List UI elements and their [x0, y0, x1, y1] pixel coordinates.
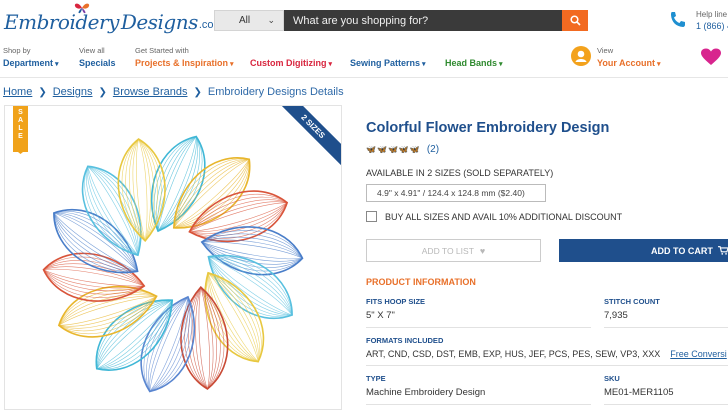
account-subtext: View — [597, 46, 614, 55]
star-butterfly-icon: 🦋 — [387, 145, 398, 154]
nav-label: Head Bands — [445, 58, 498, 68]
star-butterfly-icon: 🦋 — [366, 145, 376, 154]
nav-subtext: Shop by — [3, 46, 31, 55]
product-image-panel[interactable]: S A L E 2 SIZES — [4, 105, 342, 410]
chevron-right-icon: ❯ — [193, 87, 202, 98]
heart-icon: ♥ — [479, 245, 486, 256]
butterfly-logo-icon — [74, 1, 90, 19]
wishlist-heart-icon[interactable] — [700, 48, 722, 71]
help-line-label: Help line — [696, 10, 728, 19]
nav-label: Sewing Patterns — [350, 58, 421, 68]
search-button[interactable] — [562, 10, 588, 31]
nav-subtext: View all — [79, 46, 105, 55]
product-title: Colorful Flower Embroidery Design — [366, 120, 610, 136]
main-nav: Shop by Department ▾ View all Specials Ge… — [0, 42, 728, 78]
product-information-heading: PRODUCT INFORMATION — [366, 277, 476, 287]
stitch-count-label: STITCH COUNT — [604, 297, 660, 306]
cart-icon — [717, 246, 728, 255]
nav-specials[interactable]: View all Specials — [79, 46, 116, 68]
fits-hoop-value: 5" X 7" — [366, 310, 395, 321]
chevron-down-icon: ▾ — [422, 61, 426, 68]
chevron-down-icon: ▾ — [230, 61, 234, 68]
sku-value: ME01-MER1105 — [604, 387, 674, 398]
chevron-right-icon: ❯ — [38, 87, 47, 98]
logo-main-text: Embroidery — [4, 10, 119, 34]
breadcrumb: Home ❯ Designs ❯ Browse Brands ❯ Embroidery De… — [3, 86, 344, 98]
flower-petal — [42, 252, 146, 302]
nav-label: Custom Digitizing — [250, 58, 327, 68]
breadcrumb-browse-brands[interactable]: Browse Brands — [113, 86, 188, 98]
size-option-select[interactable]: 4.9" x 4.91" / 124.4 x 124.8 mm ($2.40) — [366, 184, 546, 202]
nav-head-bands[interactable]: Head Bands ▾ — [445, 46, 503, 68]
formats-value: ART, CND, CSD, DST, EMB, EXP, HUS, JEF, … — [366, 349, 727, 359]
chevron-down-icon: ▾ — [55, 61, 59, 68]
flower-petal — [95, 299, 174, 371]
account-label: Your Account — [597, 58, 655, 68]
review-count[interactable]: (2) — [427, 144, 439, 155]
divider — [366, 327, 591, 328]
search-icon — [569, 15, 581, 26]
breadcrumb-home[interactable]: Home — [3, 86, 32, 98]
phone-icon — [671, 12, 685, 27]
nav-label: Department — [3, 58, 54, 68]
divider — [604, 327, 728, 328]
site-logo[interactable]: Embroidery Designs .com — [4, 1, 223, 34]
nav-label: Specials — [79, 58, 116, 68]
top-header: Embroidery Designs .com All ⌄ What are y… — [0, 0, 728, 42]
fits-hoop-label: FITS HOOP SIZE — [366, 297, 426, 306]
stitch-count-value: 7,935 — [604, 310, 628, 321]
nav-label: Projects & Inspiration — [135, 58, 229, 68]
chevron-down-icon: ⌄ — [267, 15, 275, 25]
availability-text: AVAILABLE IN 2 SIZES (SOLD SEPARATELY) — [366, 168, 554, 178]
add-to-list-button[interactable]: ADD TO LIST ♥ — [366, 239, 541, 262]
buy-all-sizes-label: BUY ALL SIZES AND AVAIL 10% ADDITIONAL D… — [385, 212, 623, 222]
product-image-flower — [42, 135, 304, 393]
search-category-select[interactable]: All ⌄ — [214, 10, 284, 31]
search-input[interactable]: What are you shopping for? — [284, 10, 562, 31]
add-to-cart-label: ADD TO CART — [651, 245, 713, 256]
star-butterfly-icon: 🦋 — [409, 145, 420, 154]
flower-petal — [172, 157, 251, 229]
type-label: TYPE — [366, 374, 386, 383]
add-to-list-label: ADD TO LIST — [421, 245, 474, 256]
chevron-down-icon: ▾ — [657, 61, 661, 68]
star-butterfly-icon: 🦋 — [398, 145, 409, 154]
account-icon[interactable] — [571, 46, 591, 66]
type-value: Machine Embroidery Design — [366, 387, 486, 398]
divider — [366, 365, 728, 366]
flower-petal — [200, 226, 304, 276]
divider — [604, 404, 728, 405]
free-conversion-link[interactable]: Free Conversi — [670, 349, 727, 359]
add-to-cart-button[interactable]: ADD TO CART — [559, 239, 728, 262]
nav-shop-by-department[interactable]: Shop by Department ▾ — [3, 46, 59, 68]
chevron-right-icon: ❯ — [98, 87, 107, 98]
chevron-down-icon: ▾ — [499, 61, 503, 68]
help-phone-number[interactable]: 1 (866) 4 — [696, 21, 728, 31]
breadcrumb-current: Embroidery Designs Details — [207, 86, 344, 98]
nav-custom-digitizing[interactable]: Custom Digitizing ▾ — [250, 46, 332, 68]
rating-stars[interactable]: 🦋 🦋 🦋 🦋 🦋 (2) — [366, 144, 439, 155]
nav-projects-inspiration[interactable]: Get Started with Projects & Inspiration ▾ — [135, 46, 234, 68]
divider — [366, 404, 591, 405]
buy-all-sizes-checkbox[interactable] — [366, 211, 377, 222]
breadcrumb-designs[interactable]: Designs — [53, 86, 93, 98]
star-butterfly-icon: 🦋 — [376, 145, 387, 154]
search-category-value: All — [239, 15, 251, 26]
chevron-down-icon: ▾ — [328, 61, 333, 68]
logo-second-text: Designs — [120, 10, 198, 34]
nav-subtext: Get Started with — [135, 46, 189, 55]
formats-label: FORMATS INCLUDED — [366, 336, 444, 345]
nav-your-account[interactable]: View Your Account ▾ — [597, 46, 661, 68]
sku-label: SKU — [604, 374, 620, 383]
search-bar: All ⌄ What are you shopping for? — [214, 10, 588, 31]
nav-sewing-patterns[interactable]: Sewing Patterns ▾ — [350, 46, 426, 68]
